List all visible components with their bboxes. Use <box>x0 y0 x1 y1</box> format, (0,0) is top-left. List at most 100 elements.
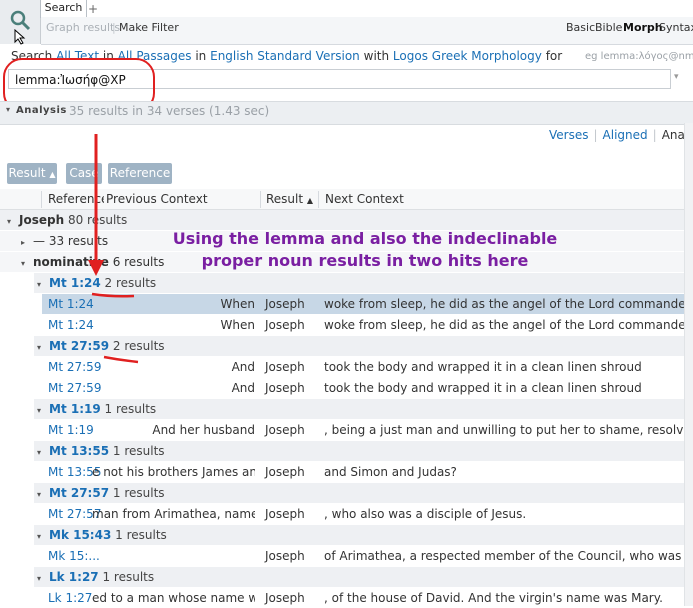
group-by-result-pill[interactable]: Result ▲ <box>7 163 57 184</box>
group-count: 2 results <box>104 276 157 290</box>
result-row[interactable]: Mk 15:... Joseph of Arimathea, a respected… <box>42 546 686 566</box>
column-divider <box>41 191 42 208</box>
row-reference[interactable]: Mk 15:... <box>48 546 100 566</box>
row-next-context: woke from sleep, he did as the angel of … <box>324 318 684 332</box>
result-row[interactable]: Mt 27:57 man from Arimathea, named Joseph,… <box>42 504 686 524</box>
group-reference[interactable]: Mt 27:57 <box>49 486 109 500</box>
row-next-context: took the body and wrapped it in a clean … <box>324 360 642 374</box>
row-result: Joseph <box>265 465 305 479</box>
analysis-stats: 35 results in 34 verses (1.43 sec) <box>69 104 270 118</box>
graph-results-button[interactable]: Graph results <box>46 17 120 39</box>
group-count: 1 results <box>115 528 167 542</box>
column-reference[interactable]: Reference <box>48 192 108 206</box>
basic-search-button[interactable]: Basic <box>566 17 595 39</box>
column-divider <box>260 191 261 208</box>
collapse-arrow-icon[interactable]: ▾ <box>37 485 49 505</box>
bible-version-selector[interactable]: English Standard Version <box>210 49 360 63</box>
result-row[interactable]: Mt 1:19 And her husband Joseph , being a ju… <box>42 420 686 440</box>
row-next-context: , being a just man and unwilling to put … <box>324 423 684 437</box>
collapse-arrow-icon[interactable]: ▾ <box>37 338 49 358</box>
collapse-arrow-icon[interactable]: ▾ <box>37 401 49 421</box>
group-count: 1 results <box>112 486 165 500</box>
collapse-arrow-icon[interactable]: ▾ <box>21 254 33 274</box>
row-reference[interactable]: Mt 1:24 <box>48 315 94 335</box>
syntax-search-button[interactable]: Syntax <box>659 17 693 39</box>
collapse-arrow-icon[interactable]: ▾ <box>37 443 49 463</box>
vertical-scrollbar[interactable] <box>684 123 693 606</box>
tab-search[interactable]: Search <box>40 0 87 18</box>
group-count: 2 results <box>112 339 165 353</box>
search-panel-icon-column <box>0 0 41 45</box>
column-previous-context[interactable]: Previous Context <box>104 192 208 206</box>
morphology-selector[interactable]: Logos Greek Morphology <box>393 49 542 63</box>
result-group[interactable]: ▾ Mt 1:24 2 results <box>34 273 686 293</box>
collapse-arrow-icon[interactable]: ▾ <box>37 569 49 589</box>
query-example-hint: eg lemma:λόγος@nmsa <box>585 51 693 62</box>
group-reference[interactable]: Lk 1:27 <box>49 570 99 584</box>
column-divider <box>318 191 319 208</box>
row-reference[interactable]: Mt 1:19 <box>48 420 94 440</box>
row-result: Joseph <box>265 297 305 311</box>
toolbar-divider: | <box>112 21 116 34</box>
view-switcher: Verses|Aligned|Analysis <box>549 128 693 142</box>
make-filter-button[interactable]: Make Filter <box>119 17 179 39</box>
sort-up-icon: ▲ <box>49 170 56 179</box>
result-row[interactable]: Mt 1:24 When Joseph woke from sleep, he did… <box>42 315 686 335</box>
result-group[interactable]: ▾ Mt 13:55 1 results <box>34 441 686 461</box>
collapse-arrow-icon[interactable]: ▾ <box>7 212 19 232</box>
result-group[interactable]: ▾ Mt 27:59 2 results <box>34 336 686 356</box>
column-next-context[interactable]: Next Context <box>325 192 404 206</box>
row-previous-context: e not his brothers James and <box>92 465 255 479</box>
analysis-label[interactable]: Analysis <box>16 105 67 116</box>
analysis-collapse-arrow-icon[interactable]: ▾ <box>6 105 10 114</box>
group-reference[interactable]: Mt 1:24 <box>49 276 101 290</box>
query-history-dropdown-icon[interactable]: ▾ <box>674 72 679 82</box>
result-row[interactable]: Mt 27:59 And Joseph took the body and wrapp… <box>42 378 686 398</box>
result-row[interactable]: Mt 13:55 e not his brothers James and Jose… <box>42 462 686 482</box>
text-for: for <box>545 49 563 63</box>
bible-search-button[interactable]: Bible <box>595 17 622 39</box>
group-by-case-pill[interactable]: Case <box>66 163 102 184</box>
row-result: Joseph <box>265 318 305 332</box>
add-tab-button[interactable]: + <box>88 2 98 16</box>
result-group[interactable]: ▾ Lk 1:27 1 results <box>34 567 686 587</box>
result-row[interactable]: Lk 1:27 ed to a man whose name was Joseph,… <box>42 588 686 608</box>
result-row[interactable]: Mt 27:59 And Joseph took the body and wrapp… <box>42 357 686 377</box>
text-with: with <box>363 49 390 63</box>
group-reference[interactable]: Mt 1:19 <box>49 402 101 416</box>
view-aligned-link[interactable]: Aligned <box>603 128 648 142</box>
group-reference[interactable]: Mk 15:43 <box>49 528 111 542</box>
group-reference[interactable]: Mt 27:59 <box>49 339 109 353</box>
expand-arrow-icon[interactable]: ▸ <box>21 233 33 253</box>
tree-joseph-label: Joseph <box>19 213 65 227</box>
result-group[interactable]: ▾ Mt 1:19 1 results <box>34 399 686 419</box>
column-result[interactable]: Result ▲ <box>266 192 313 206</box>
row-next-context: , of the house of David. And the virgin'… <box>324 591 663 605</box>
group-reference[interactable]: Mt 13:55 <box>49 444 109 458</box>
row-result: Joseph <box>265 360 305 374</box>
row-next-context: of Arimathea, a respected member of the … <box>324 549 684 563</box>
result-row[interactable]: Mt 1:24 When Joseph woke from sleep, he did… <box>42 294 686 314</box>
morph-search-button[interactable]: Morph <box>623 17 663 39</box>
row-previous-context: man from Arimathea, named <box>92 507 255 521</box>
group-count: 1 results <box>112 444 165 458</box>
collapse-arrow-icon[interactable]: ▾ <box>37 527 49 547</box>
annotation-text: Using the lemma and also the indeclinabl… <box>140 228 590 272</box>
view-divider: | <box>593 128 598 142</box>
annotation-line-1: Using the lemma and also the indeclinabl… <box>172 229 558 248</box>
result-group[interactable]: ▾ Mt 27:57 1 results <box>34 483 686 503</box>
collapse-arrow-icon[interactable]: ▾ <box>37 275 49 295</box>
row-reference[interactable]: Mt 1:24 <box>48 294 94 314</box>
group-by-reference-pill[interactable]: Reference <box>108 163 172 184</box>
tree-joseph[interactable]: ▾ Joseph 80 results <box>0 210 686 230</box>
row-reference[interactable]: Lk 1:27 <box>48 588 92 608</box>
row-result: Joseph <box>265 507 305 521</box>
tree-nominative-label: nominative <box>33 255 109 269</box>
row-previous-context: When <box>220 297 255 311</box>
result-group[interactable]: ▾ Mk 15:43 1 results <box>34 525 686 545</box>
row-next-context: and Simon and Judas? <box>324 465 457 479</box>
row-next-context: woke from sleep, he did as the angel of … <box>324 297 684 311</box>
row-next-context: took the body and wrapped it in a clean … <box>324 381 642 395</box>
row-previous-context: And her husband <box>152 423 255 437</box>
view-verses-link[interactable]: Verses <box>549 128 588 142</box>
